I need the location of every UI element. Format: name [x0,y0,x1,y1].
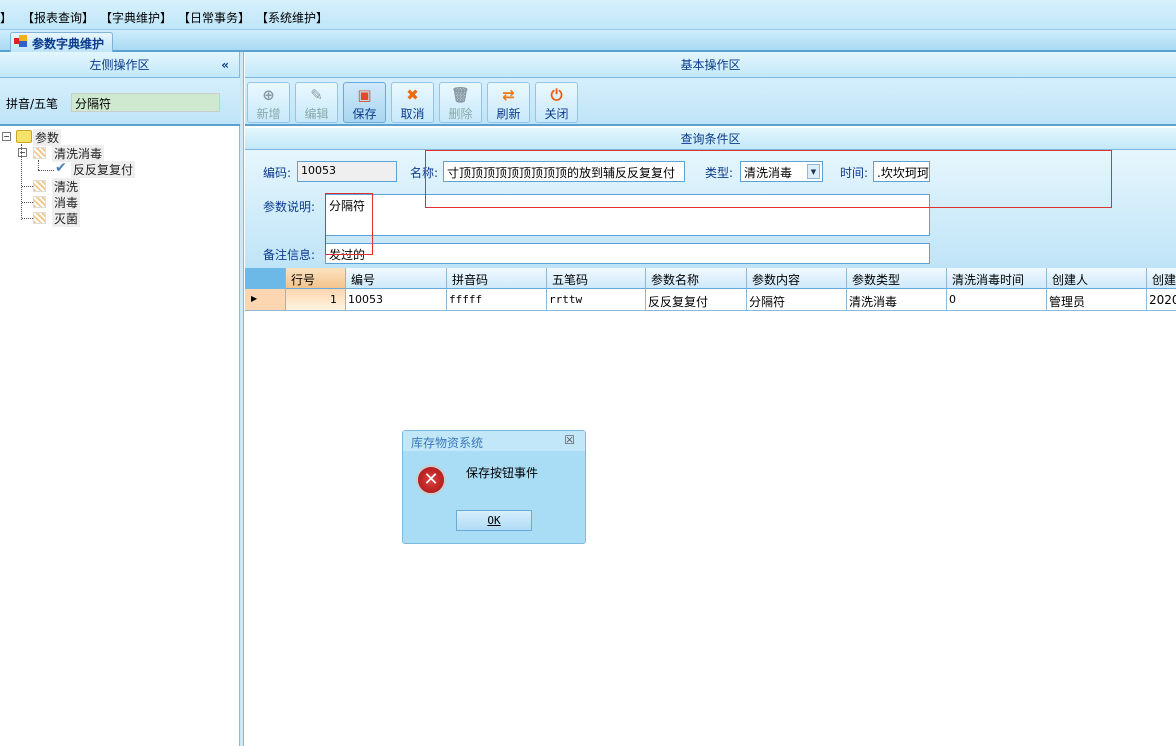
left-search-bar: 拼音/五笔 分隔符 [0,78,240,126]
search-label: 拼音/五笔 [6,97,59,111]
toolbar-button-label: 新增 [256,107,281,121]
column-header[interactable]: 参数内容 [747,268,847,289]
note-input[interactable]: 发过的 [325,243,930,264]
tab-bar [0,30,1176,52]
save-icon: ▣ [357,86,372,104]
node-icon [33,180,46,192]
trash-icon: 🗑 [450,86,471,104]
node-icon [33,196,46,208]
toolbar-button-label: 取消 [400,107,425,121]
power-button[interactable]: ⏻ 关闭 [535,82,578,123]
table-cell[interactable]: 1 [286,289,346,311]
tree-node-clean[interactable]: 清洗 [52,178,81,195]
column-header[interactable]: 五笔码 [547,268,646,289]
toolbar-button-label: 删除 [448,107,473,121]
table-cell[interactable]: 清洗消毒 [847,289,947,311]
error-icon: ✕ [416,465,446,495]
power-icon: ⏻ [550,86,563,104]
pencil-button[interactable]: ✎ 编辑 [295,82,338,123]
menu-report[interactable]: 【报表查询】 [22,9,94,26]
search-input[interactable]: 分隔符 [71,93,220,112]
collapse-button[interactable]: « [221,52,229,78]
dialog-title-bar: 库存物资系统 ☒ [403,431,585,451]
menu-dictionary[interactable]: 【字典维护】 [100,9,172,26]
dialog-message: 保存按钮事件 [466,466,539,480]
column-header[interactable]: 清洗消毒时间 [947,268,1047,289]
menu-system[interactable]: 【系统维护】 [256,9,328,26]
column-header[interactable]: 拼音码 [447,268,547,289]
table-cell[interactable]: 10053 [346,289,447,311]
message-dialog: 库存物资系统 ☒ ✕ 保存按钮事件 OK [402,430,586,544]
highlight-box [325,193,373,255]
column-header[interactable]: 参数类型 [847,268,947,289]
table-cell[interactable]: 20200 [1147,289,1176,311]
column-header[interactable]: 编号 [346,268,447,289]
cancel-button[interactable]: ✖ 取消 [391,82,434,123]
node-icon [33,212,46,224]
column-header[interactable]: 参数名称 [646,268,747,289]
plus-icon: ⊕ [262,86,275,104]
refresh-icon: ⇄ [502,86,515,104]
table-cell[interactable]: fffff [447,289,547,311]
toolbar-button-label: 关闭 [544,107,569,121]
column-header[interactable]: 创建人 [1047,268,1147,289]
pencil-icon: ✎ [310,86,323,104]
window-icon [14,35,27,47]
tree-node-root[interactable]: 参数 [33,129,62,146]
column-header[interactable]: 创建 [1147,268,1176,289]
table-cell[interactable]: 分隔符 [747,289,847,311]
row-selector[interactable]: ▶ [245,289,286,311]
table-cell[interactable]: 管理员 [1047,289,1147,311]
toolbar-button-label: 保存 [352,107,377,121]
folder-icon [16,130,32,143]
check-icon: ✔ [55,160,67,176]
menu-bar: 】 【报表查询】 【字典维护】 【日常事务】 【系统维护】 [0,0,1176,30]
tree-collapse-toggle[interactable]: − [2,132,11,141]
table-cell[interactable]: 反反复复付 [646,289,747,311]
plus-button[interactable]: ⊕ 新增 [247,82,290,123]
ok-button[interactable]: OK [456,510,532,531]
query-header: 查询条件区 [245,128,1176,150]
left-panel-title: 左侧操作区 [89,58,150,72]
toolbar-button-label: 刷新 [496,107,521,121]
toolbar-button-label: 编辑 [304,107,329,121]
right-panel-header: 基本操作区 [245,52,1176,78]
node-icon [33,147,46,159]
close-icon[interactable]: ☒ [564,433,575,447]
tree-node-leaf[interactable]: 反反复复付 [71,161,136,178]
code-input[interactable]: 10053 [297,161,397,182]
left-panel-header: 左侧操作区 « [0,52,239,78]
menu-cut-item[interactable]: 】 [0,9,12,26]
desc-label: 参数说明: [263,200,316,214]
note-label: 备注信息: [263,248,316,262]
tree-node-sterilize[interactable]: 灭菌 [52,210,81,227]
dialog-title: 库存物资系统 [411,436,484,450]
menu-daily[interactable]: 【日常事务】 [178,9,250,26]
select-all-corner[interactable] [245,268,286,289]
table-cell[interactable]: rrttw [547,289,646,311]
save-button[interactable]: ▣ 保存 [343,82,386,123]
refresh-button[interactable]: ⇄ 刷新 [487,82,530,123]
splitter[interactable] [240,52,244,746]
table-cell[interactable]: 0 [947,289,1047,311]
cancel-icon: ✖ [406,86,419,104]
highlight-box [425,150,1112,208]
column-header[interactable]: 行号 [286,268,346,289]
tree-collapse-toggle[interactable]: − [18,148,27,157]
code-label: 编码: [263,166,292,180]
trash-button[interactable]: 🗑 删除 [439,82,482,123]
tree-node-disinfect[interactable]: 消毒 [52,194,81,211]
